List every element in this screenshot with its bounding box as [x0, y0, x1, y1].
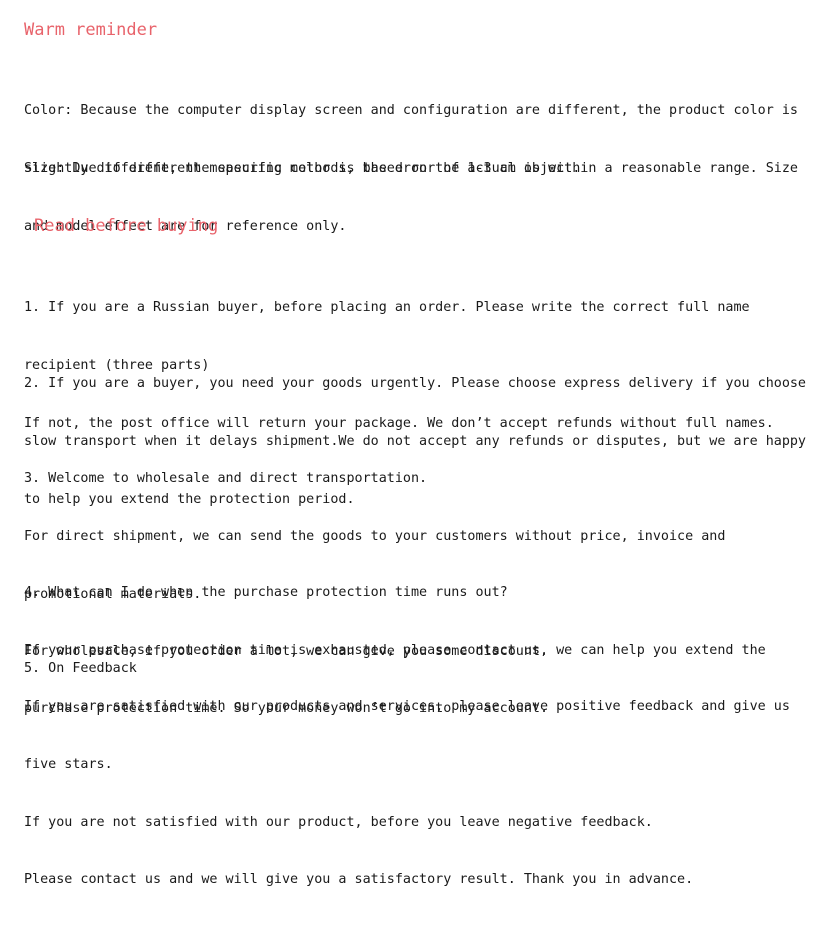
item5-line-2: five stars.	[24, 757, 113, 773]
buying-note-item-5-body: If you are satisfied with our products a…	[24, 659, 790, 928]
size-note-block: Size: Due to different measuring methods…	[24, 121, 798, 275]
product-description-page: Warm reminder Color: Because the compute…	[0, 0, 830, 887]
read-before-buying-heading: Read before buying	[34, 216, 219, 236]
item3-line-2: For direct shipment, we can send the goo…	[24, 529, 726, 545]
size-note-line-1: Size: Due to different measuring methods…	[24, 161, 798, 177]
item3-line-1: 3. Welcome to wholesale and direct trans…	[24, 471, 428, 487]
item5-line-1: If you are satisfied with our products a…	[24, 699, 790, 715]
color-note-line-1: Color: Because the computer display scre…	[24, 103, 798, 119]
item5-line-4: Please contact us and we will give you a…	[24, 872, 694, 888]
item5-line-3: If you are not satisfied with our produc…	[24, 814, 653, 830]
warm-reminder-heading: Warm reminder	[24, 20, 158, 40]
item2-line-1: 2. If you are a buyer, you need your goo…	[24, 376, 806, 392]
item1-line-1: 1. If you are a Russian buyer, before pl…	[24, 300, 750, 316]
item4-line-1: 4. What can I do when the purchase prote…	[24, 585, 508, 601]
